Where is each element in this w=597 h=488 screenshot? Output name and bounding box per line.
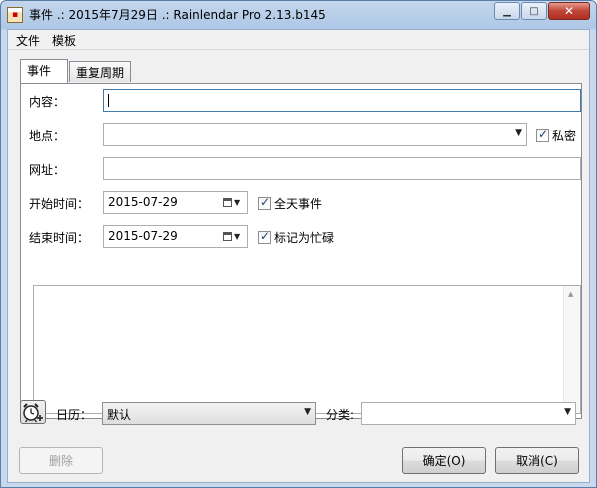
end-time-label: 结束时间： xyxy=(29,231,90,245)
menu-template[interactable]: 模板 xyxy=(48,32,80,49)
text-caret xyxy=(108,94,109,107)
url-label: 网址： xyxy=(29,163,66,177)
event-dialog-window: ▪ 事件 .: 2015年7月29日 .: Rainlendar Pro 2.1… xyxy=(0,0,597,488)
notes-scrollbar[interactable]: ▲ ▼ xyxy=(563,286,580,413)
menu-bar: 文件 模板 xyxy=(8,30,589,50)
start-date-value: 2015-07-29 xyxy=(108,195,178,209)
private-check-box[interactable] xyxy=(536,127,549,142)
ok-button[interactable]: 确定(O) xyxy=(402,447,486,474)
all-day-check-box[interactable] xyxy=(258,195,271,210)
all-day-label: 全天事件 xyxy=(274,197,323,211)
event-tab-panel: 内容： 地点： ▼ 私密 网址： 开始时间： 2015-07-29 xyxy=(20,83,582,419)
calendar-icon xyxy=(223,232,232,241)
dialog-client-area: 文件 模板 事件 重复周期 内容： 地点： ▼ 私密 网址： xyxy=(7,29,590,483)
location-label: 地点： xyxy=(29,129,66,143)
location-combobox[interactable]: ▼ xyxy=(103,123,527,146)
content-input[interactable] xyxy=(103,89,581,112)
delete-button[interactable]: 删除 xyxy=(19,447,103,474)
scroll-up-arrow-icon[interactable]: ▲ xyxy=(568,290,573,298)
busy-label: 标记为忙碌 xyxy=(274,231,335,245)
app-calendar-icon: ▪ xyxy=(7,7,23,23)
calendar-select[interactable]: 默认 ▼ xyxy=(102,402,316,425)
category-combobox[interactable]: ▼ xyxy=(361,402,576,425)
url-input[interactable] xyxy=(103,157,581,180)
tab-recurrence[interactable]: 重复周期 xyxy=(69,61,131,82)
content-label: 内容： xyxy=(29,95,66,109)
calendar-label: 日历： xyxy=(56,408,93,422)
notes-textarea[interactable]: ▲ ▼ xyxy=(33,285,581,414)
end-date-dropdown[interactable]: ▼ xyxy=(223,229,245,244)
start-date-dropdown[interactable]: ▼ xyxy=(223,195,245,210)
start-time-label: 开始时间： xyxy=(29,197,90,211)
private-checkbox[interactable]: 私密 xyxy=(536,127,576,144)
add-alarm-button[interactable] xyxy=(20,400,46,424)
cancel-button[interactable]: 取消(C) xyxy=(495,447,579,474)
chevron-down-icon: ▼ xyxy=(304,407,311,417)
menu-file[interactable]: 文件 xyxy=(12,32,44,49)
all-day-checkbox[interactable]: 全天事件 xyxy=(258,195,322,212)
busy-check-box[interactable] xyxy=(258,229,271,244)
close-button[interactable]: ✕ xyxy=(548,2,590,20)
calendar-icon xyxy=(223,198,232,207)
end-date-value: 2015-07-29 xyxy=(108,229,178,243)
title-bar[interactable]: ▪ 事件 .: 2015年7月29日 .: Rainlendar Pro 2.1… xyxy=(1,1,596,29)
start-date-picker[interactable]: 2015-07-29 ▼ xyxy=(103,191,248,214)
end-date-picker[interactable]: 2015-07-29 ▼ xyxy=(103,225,248,248)
window-title: 事件 .: 2015年7月29日 .: Rainlendar Pro 2.13.… xyxy=(29,8,326,22)
caption-buttons: ▁ □ ✕ xyxy=(493,2,590,20)
chevron-down-icon: ▼ xyxy=(234,232,241,241)
chevron-down-icon: ▼ xyxy=(564,407,571,417)
category-label: 分类: xyxy=(326,408,355,422)
minimize-button[interactable]: ▁ xyxy=(494,2,520,20)
alarm-clock-add-icon xyxy=(23,403,43,423)
chevron-down-icon: ▼ xyxy=(234,198,241,207)
chevron-down-icon: ▼ xyxy=(515,128,522,138)
private-label: 私密 xyxy=(552,129,577,143)
calendar-value: 默认 xyxy=(107,408,132,422)
tab-event[interactable]: 事件 xyxy=(20,59,68,83)
maximize-button[interactable]: □ xyxy=(521,2,547,20)
busy-checkbox[interactable]: 标记为忙碌 xyxy=(258,229,334,246)
